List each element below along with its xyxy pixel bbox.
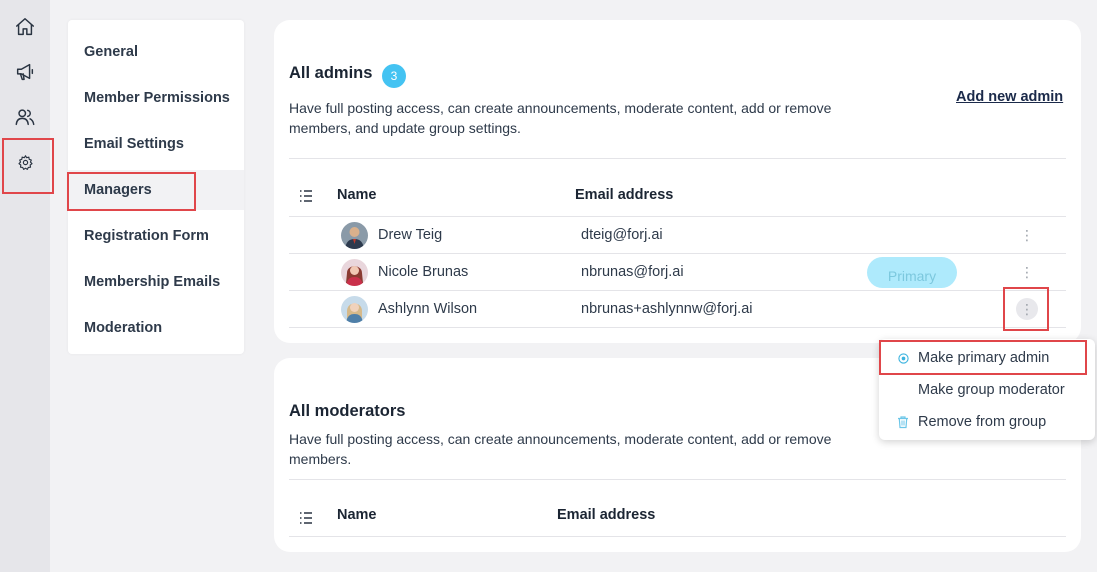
avatar (341, 222, 368, 249)
gear-icon[interactable] (7, 144, 43, 180)
primary-badge: Primary (867, 257, 957, 288)
admins-description: Have full posting access, can create ann… (289, 100, 832, 136)
admins-divider (289, 158, 1066, 159)
menu-item-general[interactable]: General (68, 32, 244, 72)
moderators-title: All moderators (289, 402, 406, 420)
admins-title: All admins (289, 64, 373, 82)
admins-count-badge: 3 (382, 64, 406, 88)
column-header-email[interactable]: Email address (557, 507, 655, 523)
make-primary-admin-option[interactable]: Make primary admin (879, 343, 1095, 373)
moderators-divider (289, 479, 1066, 480)
admin-name: Ashlynn Wilson (378, 301, 478, 317)
moderators-header-divider (289, 536, 1066, 537)
column-header-name[interactable]: Name (337, 187, 377, 203)
menu-item-member-permissions[interactable]: Member Permissions (68, 78, 244, 118)
more-options-icon[interactable]: ⋮ (1016, 224, 1038, 246)
row-actions-dropdown: Make primary admin Make group moderator … (879, 339, 1095, 440)
table-row[interactable]: Drew Teig dteig@forj.ai ⋮ (289, 217, 1066, 254)
moderators-description: Have full posting access, can create ann… (289, 431, 832, 467)
menu-item-registration-form[interactable]: Registration Form (68, 216, 244, 256)
column-header-email[interactable]: Email address (575, 187, 673, 203)
menu-item-membership-emails[interactable]: Membership Emails (68, 262, 244, 302)
avatar (341, 259, 368, 286)
target-icon (895, 350, 911, 366)
megaphone-icon[interactable] (7, 54, 43, 90)
remove-from-group-option[interactable]: Remove from group (879, 407, 1095, 437)
menu-item-moderation[interactable]: Moderation (68, 308, 244, 348)
admin-email: nbrunas+ashlynnw@forj.ai (581, 301, 753, 317)
home-icon[interactable] (7, 9, 43, 45)
menu-item-managers[interactable]: Managers (68, 170, 244, 210)
admin-name: Nicole Brunas (378, 264, 469, 280)
trash-icon (895, 414, 911, 430)
list-icon[interactable] (299, 189, 313, 203)
table-row[interactable]: Ashlynn Wilson nbrunas+ashlynnw@forj.ai … (289, 291, 1066, 328)
more-options-icon[interactable]: ⋮ (1016, 298, 1038, 320)
admin-email: nbrunas@forj.ai (581, 264, 684, 280)
avatar (341, 296, 368, 323)
add-new-admin-link[interactable]: Add new admin (956, 89, 1063, 105)
menu-item-email-settings[interactable]: Email Settings (68, 124, 244, 164)
admin-email: dteig@forj.ai (581, 227, 663, 243)
list-icon[interactable] (299, 511, 313, 525)
make-group-moderator-option[interactable]: Make group moderator (879, 375, 1095, 405)
app-rail (0, 0, 50, 572)
table-row[interactable]: Nicole Brunas nbrunas@forj.ai Primary ⋮ (289, 254, 1066, 291)
column-header-name[interactable]: Name (337, 507, 377, 523)
admin-name: Drew Teig (378, 227, 443, 243)
settings-menu: General Member Permissions Email Setting… (68, 20, 244, 354)
users-icon[interactable] (7, 99, 43, 135)
more-options-icon[interactable]: ⋮ (1016, 261, 1038, 283)
